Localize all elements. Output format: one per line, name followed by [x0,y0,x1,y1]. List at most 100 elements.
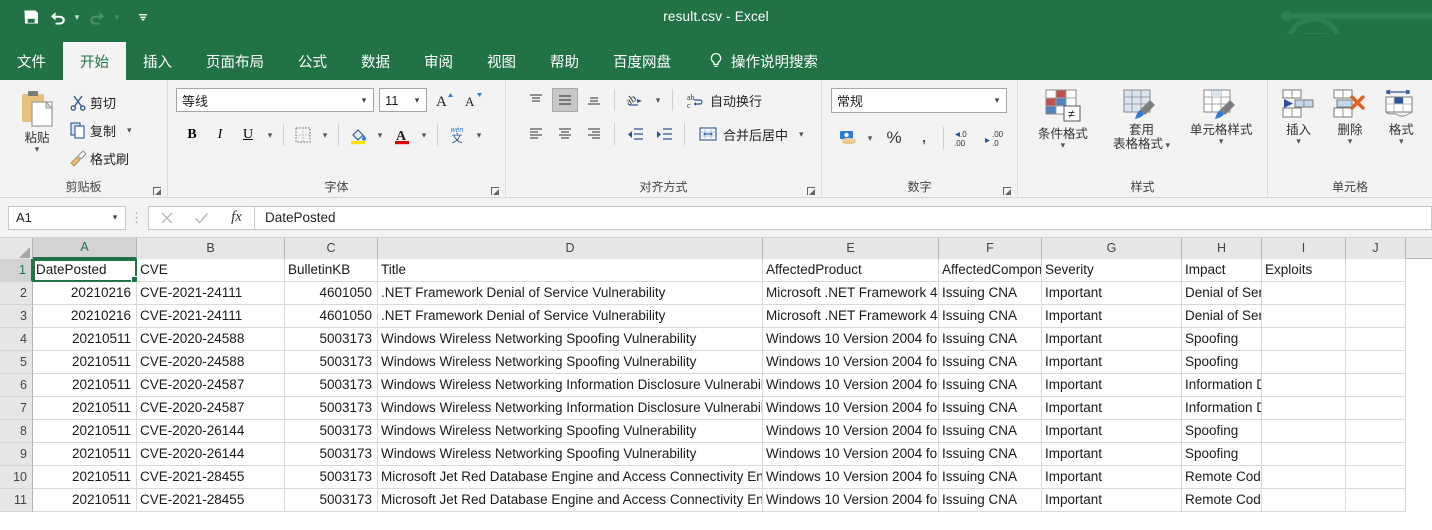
accounting-format-button[interactable] [835,126,861,150]
increase-font-size-button[interactable]: A [432,90,456,110]
cell-J7[interactable] [1346,397,1406,420]
font-size-combo[interactable]: 11 ▾ [379,88,427,112]
phonetic-caret-icon[interactable]: ▾ [472,131,486,140]
row-header-7[interactable]: 7 [0,397,33,420]
cell-F6[interactable]: Issuing CNA [939,374,1042,397]
column-header-D[interactable]: D [378,238,763,259]
column-header-C[interactable]: C [285,238,378,259]
cell-A8[interactable]: 20210511 [33,420,137,443]
cell-styles-caret-icon[interactable]: ▾ [1219,137,1224,146]
font-name-caret-icon[interactable]: ▾ [357,95,371,106]
cancel-edit-icon[interactable] [149,207,184,229]
cell-styles-button[interactable]: 单元格样式 ▾ [1181,88,1261,146]
cell-A7[interactable]: 20210511 [33,397,137,420]
cell-F11[interactable]: Issuing CNA [939,489,1042,512]
underline-button[interactable]: U [235,123,261,147]
tab-home[interactable]: 开始 [63,42,126,80]
align-center-button[interactable] [552,122,578,146]
tab-help[interactable]: 帮助 [533,42,596,80]
cell-F9[interactable]: Issuing CNA [939,443,1042,466]
quick-access-toolbar[interactable]: ▾ ▾ [0,4,156,30]
cell-G3[interactable]: Important [1042,305,1182,328]
row-header-8[interactable]: 8 [0,420,33,443]
cell-J11[interactable] [1346,489,1406,512]
cell-J4[interactable] [1346,328,1406,351]
select-all-corner[interactable] [0,238,33,259]
cell-H3[interactable]: Denial of Service [1182,305,1262,328]
wrap-text-button[interactable]: ab c 自动换行 [680,91,762,110]
cell-D3[interactable]: .NET Framework Denial of Service Vulnera… [378,305,763,328]
formula-input[interactable]: DatePosted [254,205,1432,230]
ribbon-tab-bar[interactable]: 文件 开始 插入 页面布局 公式 数据 审阅 视图 帮助 百度网盘 操作说明搜索 [0,34,1432,80]
borders-caret-icon[interactable]: ▾ [318,131,332,140]
tab-page-layout[interactable]: 页面布局 [189,42,281,80]
insert-cells-button[interactable]: 插入 ▾ [1275,88,1323,146]
cell-E1[interactable]: AffectedProduct [763,259,939,282]
table-row[interactable]: 1 DatePosted CVE BulletinKB Title AffectedPro… [0,259,1432,282]
cell-A1[interactable]: DatePosted [33,259,137,282]
cell-H5[interactable]: Spoofing [1182,351,1262,374]
cell-C4[interactable]: 5003173 [285,328,378,351]
cell-F1[interactable]: AffectedComponent [939,259,1042,282]
cell-G6[interactable]: Important [1042,374,1182,397]
paste-button[interactable]: 粘贴 ▾ [5,86,69,154]
tab-data[interactable]: 数据 [344,42,407,80]
row-header-9[interactable]: 9 [0,443,33,466]
delete-cells-button[interactable]: 删除 ▾ [1326,88,1374,146]
cell-A6[interactable]: 20210511 [33,374,137,397]
copy-button[interactable]: 复制 ▾ [69,117,132,143]
cell-H10[interactable]: Remote Code Execution [1182,466,1262,489]
table-row[interactable]: 5 20210511 CVE-2020-24588 5003173 Windows Wi… [0,351,1432,374]
comma-style-button[interactable]: , [911,126,937,150]
format-cells-button[interactable]: 格式 ▾ [1377,88,1425,146]
cell-D5[interactable]: Windows Wireless Networking Spoofing Vul… [378,351,763,374]
cell-F4[interactable]: Issuing CNA [939,328,1042,351]
grid-rows[interactable]: 1 DatePosted CVE BulletinKB Title AffectedPro… [0,259,1432,512]
cell-J9[interactable] [1346,443,1406,466]
cell-H11[interactable]: Remote Code Execution [1182,489,1262,512]
column-header-G[interactable]: G [1042,238,1182,259]
cell-H1[interactable]: Impact [1182,259,1262,282]
cell-G10[interactable]: Important [1042,466,1182,489]
font-color-caret-icon[interactable]: ▾ [417,131,431,140]
formula-bar-grip[interactable]: ⋮ [126,210,148,226]
cell-I6[interactable] [1262,374,1346,397]
cell-D8[interactable]: Windows Wireless Networking Spoofing Vul… [378,420,763,443]
cell-J5[interactable] [1346,351,1406,374]
save-icon[interactable] [18,4,44,30]
decrease-font-size-button[interactable]: A [461,90,485,110]
row-header-11[interactable]: 11 [0,489,33,512]
orientation-button[interactable]: ab [622,88,648,112]
orientation-caret-icon[interactable]: ▾ [651,96,665,105]
cell-A2[interactable]: 20210216 [33,282,137,305]
cell-H8[interactable]: Spoofing [1182,420,1262,443]
cell-E11[interactable]: Windows 10 Version 2004 for x64-based Sy… [763,489,939,512]
cell-J8[interactable] [1346,420,1406,443]
cell-G7[interactable]: Important [1042,397,1182,420]
cell-D2[interactable]: .NET Framework Denial of Service Vulnera… [378,282,763,305]
column-header-H[interactable]: H [1182,238,1262,259]
table-row[interactable]: 6 20210511 CVE-2020-24587 5003173 Windows Wi… [0,374,1432,397]
align-top-button[interactable] [523,88,549,112]
cell-B10[interactable]: CVE-2021-28455 [137,466,285,489]
font-name-combo[interactable]: 等线 ▾ [176,88,374,112]
cell-B6[interactable]: CVE-2020-24587 [137,374,285,397]
table-row[interactable]: 3 20210216 CVE-2021-24111 4601050 .NET Frame… [0,305,1432,328]
table-row[interactable]: 8 20210511 CVE-2020-26144 5003173 Windows Wi… [0,420,1432,443]
column-header-B[interactable]: B [137,238,285,259]
column-header-E[interactable]: E [763,238,939,259]
cell-C6[interactable]: 5003173 [285,374,378,397]
cell-H6[interactable]: Information Disclosure [1182,374,1262,397]
align-bottom-button[interactable] [581,88,607,112]
cell-D9[interactable]: Windows Wireless Networking Spoofing Vul… [378,443,763,466]
underline-caret-icon[interactable]: ▾ [263,131,277,140]
copy-caret-icon[interactable]: ▾ [127,126,132,135]
row-header-5[interactable]: 5 [0,351,33,374]
insert-function-icon[interactable]: fx [219,207,254,229]
align-left-button[interactable] [523,122,549,146]
tab-review[interactable]: 审阅 [407,42,470,80]
cell-F2[interactable]: Issuing CNA [939,282,1042,305]
name-box-caret-icon[interactable]: ▾ [107,212,123,223]
cell-E9[interactable]: Windows 10 Version 2004 for x64-based Sy… [763,443,939,466]
cut-button[interactable]: 剪切 [69,89,132,115]
